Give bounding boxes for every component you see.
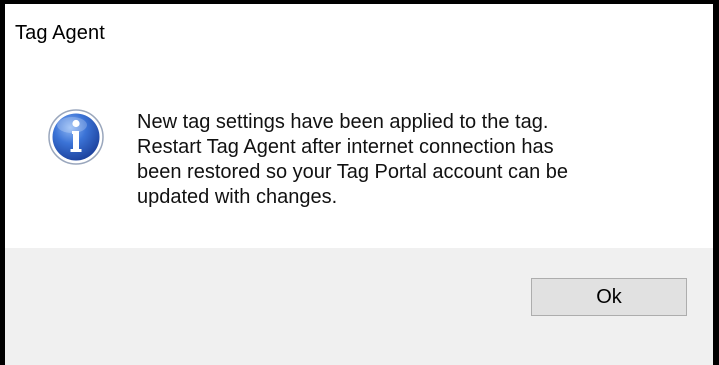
- message-line: updated with changes.: [137, 186, 338, 208]
- ok-button[interactable]: Ok: [531, 278, 687, 316]
- title-bar[interactable]: Tag Agent: [5, 4, 713, 58]
- dialog-content: New tag settings have been applied to th…: [5, 58, 713, 248]
- message-line: New tag settings have been applied to th…: [137, 111, 549, 133]
- message-dialog: Tag Agent New tag settings have been app…: [0, 0, 719, 365]
- dialog-footer: Ok: [5, 248, 713, 365]
- message-line: been restored so your Tag Portal account…: [137, 161, 569, 183]
- window-title: Tag Agent: [15, 22, 105, 44]
- message-line: Restart Tag Agent after internet connect…: [137, 136, 554, 158]
- information-icon: [48, 109, 104, 165]
- window-frame-right: [713, 0, 719, 365]
- dialog-message: New tag settings have been applied to th…: [137, 110, 677, 210]
